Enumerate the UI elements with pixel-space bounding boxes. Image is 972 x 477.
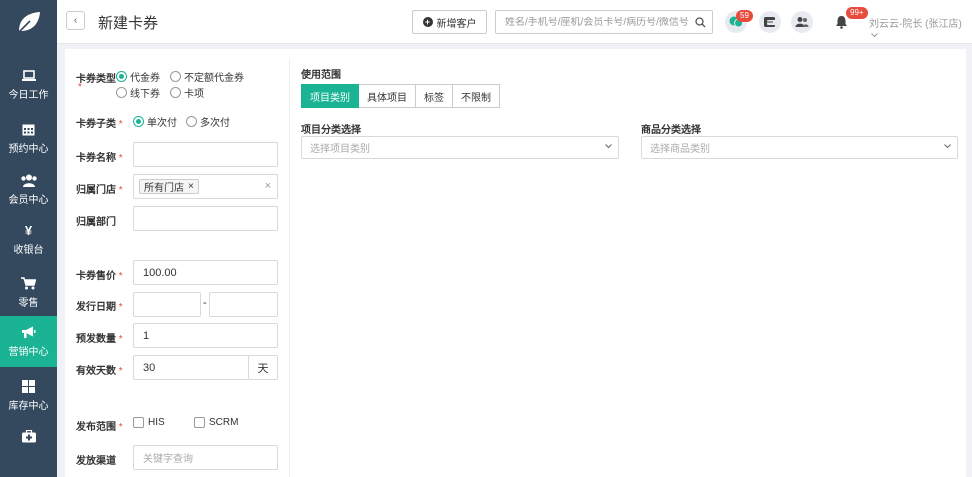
radio-offline-voucher[interactable]: 线下券 <box>116 85 160 100</box>
plus-circle-icon: + <box>422 17 433 27</box>
tab-project-category[interactable]: 项目类别 <box>301 84 359 108</box>
laptop-icon <box>21 70 36 81</box>
store-select[interactable]: 所有门店 × × <box>133 174 278 199</box>
nav-item-medical[interactable] <box>0 418 57 458</box>
card-type-label: 卡券类型 <box>76 74 116 85</box>
add-customer-label: 新增客户 <box>436 18 477 30</box>
top-header: ‹ 新建卡券 + 新增客户 59 99+ 刘云云-院长 (张江店) <box>57 0 972 44</box>
users-shortcut-button[interactable] <box>791 11 813 33</box>
radio-multi-pay[interactable]: 多次付 <box>186 114 230 129</box>
nav-label: 今日工作 <box>8 90 49 101</box>
nav-item-cashier[interactable]: ¥ 收银台 <box>0 214 57 265</box>
nav-item-retail[interactable]: 零售 <box>0 267 57 318</box>
back-button[interactable]: ‹ <box>66 11 85 30</box>
cart-icon <box>21 276 36 289</box>
chevron-left-icon: ‹ <box>73 15 78 26</box>
nav-label: 收银台 <box>13 245 44 256</box>
issue-date-label: 发行日期 * <box>76 302 123 313</box>
scope-tabs: 项目类别 具体项目 标签 不限制 <box>301 84 500 108</box>
store-label: 归属门店 * <box>76 185 123 196</box>
store-tag: 所有门店 × <box>139 179 199 194</box>
megaphone-icon <box>22 326 36 338</box>
department-label: 归属部门 <box>76 217 116 228</box>
card-name-input[interactable] <box>133 142 278 167</box>
project-category-select[interactable]: 选择项目类别 <box>301 136 619 159</box>
valid-days-input[interactable]: 30 <box>133 355 249 380</box>
tab-specific-project[interactable]: 具体项目 <box>359 84 416 108</box>
quantity-input[interactable]: 1 <box>133 323 278 348</box>
channel-search-input[interactable]: 关键字查询 <box>133 445 278 470</box>
users-icon <box>20 174 37 187</box>
chevron-down-icon <box>605 144 612 149</box>
column-divider <box>289 59 290 477</box>
publish-scope-label: 发布范围 * <box>76 422 123 433</box>
nav-label: 预约中心 <box>8 143 49 155</box>
chat-badge: 59 <box>736 10 753 22</box>
quantity-label: 预发数量 * <box>76 334 123 345</box>
user-menu[interactable]: 刘云云-院长 (张江店) <box>869 15 972 41</box>
goods-category-select[interactable]: 选择商品类别 <box>641 136 958 159</box>
tag-remove-icon[interactable]: × <box>188 181 194 192</box>
leaf-logo-icon <box>16 12 40 34</box>
issue-date-start[interactable] <box>133 292 201 317</box>
bell-icon <box>835 16 847 29</box>
main-content: 卡券类型 * 代金券 不定额代金券 线下券 卡项 卡券子类 * 单次付 多次付 … <box>65 49 966 477</box>
tab-tag[interactable]: 标签 <box>416 84 453 108</box>
clear-icon[interactable]: × <box>265 180 271 192</box>
cashier-shortcut-button[interactable] <box>759 11 781 33</box>
sidebar: 今日工作 预约中心 会员中心 ¥ 收银台 零售 营销中心 库存中心 <box>0 0 57 477</box>
notification-badge: 99+ <box>846 7 868 19</box>
add-customer-button[interactable]: + 新增客户 <box>412 10 487 34</box>
date-separator: - <box>203 297 207 309</box>
wallet-icon <box>764 17 776 27</box>
channel-label: 发放渠道 <box>76 456 116 467</box>
usage-scope-title: 使用范围 <box>301 70 341 81</box>
radio-single-pay[interactable]: 单次付 <box>133 114 177 129</box>
nav-item-today-work[interactable]: 今日工作 <box>0 60 57 111</box>
project-category-label: 项目分类选择 <box>301 125 361 136</box>
nav-item-member[interactable]: 会员中心 <box>0 164 57 215</box>
valid-days-label: 有效天数 * <box>76 366 123 377</box>
card-subtype-label: 卡券子类 * <box>76 119 123 130</box>
radio-card-item[interactable]: 卡项 <box>170 85 204 100</box>
calendar-icon <box>22 124 35 135</box>
search-input[interactable] <box>505 16 693 28</box>
nav-item-marketing[interactable]: 营销中心 <box>0 316 57 367</box>
price-label: 卡券售价 * <box>76 271 123 282</box>
card-name-label: 卡券名称 * <box>76 153 123 164</box>
required-mark: * <box>78 82 82 93</box>
goods-category-label: 商品分类选择 <box>641 125 701 136</box>
tab-unlimited[interactable]: 不限制 <box>453 84 500 108</box>
user-group-icon <box>795 17 809 27</box>
app-logo[interactable] <box>0 0 57 44</box>
valid-days-unit: 天 <box>248 355 278 380</box>
radio-variable-voucher[interactable]: 不定额代金券 <box>170 69 244 84</box>
nav-label: 会员中心 <box>8 194 49 206</box>
user-name: 刘云云-院长 (张江店) <box>869 19 962 30</box>
price-input[interactable]: 100.00 <box>133 260 278 285</box>
nav-label: 营销中心 <box>8 346 49 358</box>
nav-item-inventory[interactable]: 库存中心 <box>0 370 57 421</box>
department-input[interactable] <box>133 206 278 231</box>
nav-label: 库存中心 <box>8 400 49 412</box>
medkit-icon <box>21 429 36 442</box>
nav-label: 零售 <box>18 297 39 309</box>
issue-date-end[interactable] <box>209 292 278 317</box>
yen-icon: ¥ <box>24 223 33 238</box>
nav-item-appointment[interactable]: 预约中心 <box>0 113 57 164</box>
radio-voucher[interactable]: 代金券 <box>116 69 160 84</box>
page-title: 新建卡券 <box>98 15 159 32</box>
checkbox-his[interactable]: HIS <box>133 417 165 428</box>
checkbox-scrm[interactable]: SCRM <box>194 417 238 428</box>
search-icon[interactable] <box>695 17 706 28</box>
grid-icon <box>22 379 35 393</box>
search-box <box>495 10 713 34</box>
chevron-down-icon <box>871 33 878 38</box>
chevron-down-icon <box>944 144 951 149</box>
